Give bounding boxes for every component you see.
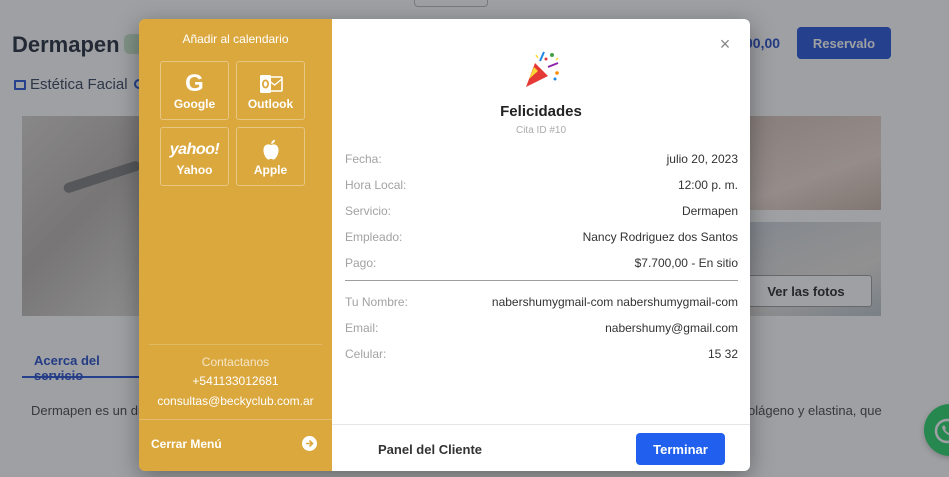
booking-confirmation-modal: Añadir al calendario G Google Outlook ya… — [139, 19, 750, 471]
detail-label: Servicio: — [345, 204, 392, 218]
detail-label: Tu Nombre: — [345, 295, 408, 309]
detail-value: $7.700,00 - En sitio — [634, 256, 738, 270]
detail-value: julio 20, 2023 — [666, 152, 738, 166]
detail-row-employee: Empleado: Nancy Rodriguez dos Santos — [345, 229, 738, 245]
detail-label: Hora Local: — [345, 178, 407, 192]
sidebar-divider — [149, 344, 322, 345]
detail-label: Email: — [345, 321, 379, 335]
client-panel-link[interactable]: Panel del Cliente — [378, 442, 482, 457]
calendar-label: Apple — [253, 162, 288, 177]
detail-row-time: Hora Local: 12:00 p. m. — [345, 177, 738, 193]
calendar-label: Yahoo — [176, 162, 213, 177]
details-divider — [345, 280, 738, 281]
sidebar-title: Añadir al calendario — [182, 32, 289, 46]
confirmation-panel: × Felicidades Cita ID #10 Fecha: julio 2… — [332, 19, 750, 471]
contact-title: Contactanos — [201, 355, 270, 369]
finish-button[interactable]: Terminar — [636, 433, 725, 465]
detail-label: Fecha: — [345, 152, 382, 166]
modal-title: Felicidades — [500, 103, 582, 120]
close-icon[interactable]: × — [716, 35, 734, 53]
detail-label: Pago: — [345, 256, 377, 270]
customer-row-name: Tu Nombre: nabershumygmail-com nabershum… — [345, 294, 738, 310]
party-popper-icon — [526, 51, 559, 87]
contact-phone[interactable]: +541133012681 — [139, 374, 332, 388]
calendar-sidebar: Añadir al calendario G Google Outlook ya… — [139, 19, 332, 471]
add-apple-calendar-button[interactable]: Apple — [236, 127, 305, 186]
add-google-calendar-button[interactable]: G Google — [160, 61, 229, 120]
detail-row-service: Servicio: Dermapen — [345, 203, 738, 219]
appointment-id: Cita ID #10 — [515, 125, 567, 136]
detail-label: Empleado: — [345, 230, 403, 244]
yahoo-icon: yahoo! — [169, 140, 220, 158]
add-outlook-calendar-button[interactable]: Outlook — [236, 61, 305, 120]
close-menu-button[interactable]: Cerrar Menú — [151, 437, 222, 451]
detail-value: Nancy Rodriguez dos Santos — [582, 230, 738, 244]
detail-row-payment: Pago: $7.700,00 - En sitio — [345, 255, 738, 271]
contact-email[interactable]: consultas@beckyclub.com.ar — [139, 394, 332, 408]
modal-footer: Panel del Cliente Terminar — [332, 424, 750, 471]
arrow-right-icon[interactable] — [302, 436, 317, 451]
detail-value: Dermapen — [681, 204, 738, 218]
detail-value: nabershumygmail-com nabershumygmail-com — [491, 295, 738, 309]
apple-icon — [262, 139, 279, 160]
calendar-label: Outlook — [247, 96, 294, 111]
detail-label: Celular: — [345, 347, 387, 361]
detail-value: nabershumy@gmail.com — [605, 321, 738, 335]
google-icon: G — [185, 69, 204, 97]
detail-row-date: Fecha: julio 20, 2023 — [345, 151, 738, 167]
detail-value: 12:00 p. m. — [677, 178, 738, 192]
customer-row-email: Email: nabershumy@gmail.com — [345, 320, 738, 336]
sidebar-divider — [139, 419, 332, 420]
add-yahoo-calendar-button[interactable]: yahoo! Yahoo — [160, 127, 229, 186]
outlook-icon — [259, 74, 283, 93]
detail-value: 15 32 — [707, 347, 738, 361]
calendar-label: Google — [173, 96, 216, 111]
customer-row-phone: Celular: 15 32 — [345, 346, 738, 362]
